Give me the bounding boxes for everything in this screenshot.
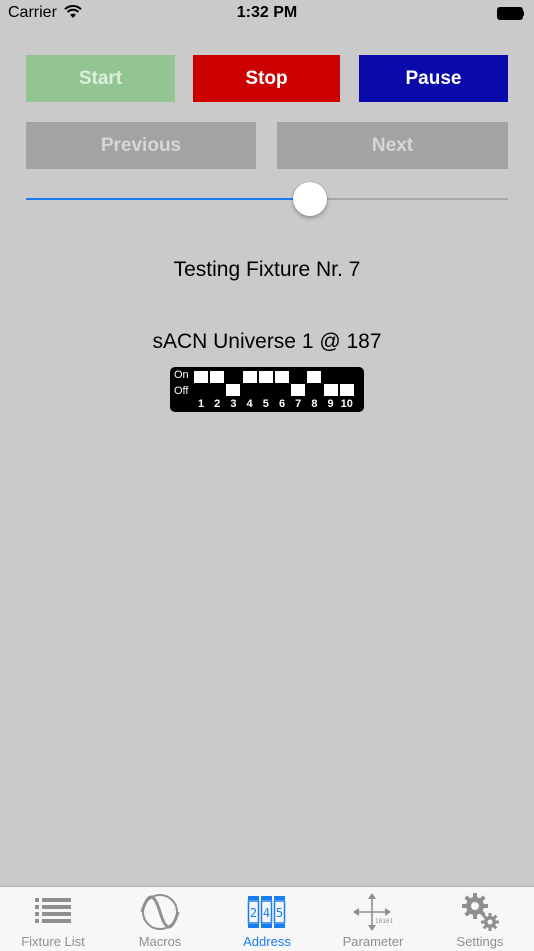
previous-button[interactable]: Previous bbox=[26, 122, 256, 169]
dip-switch-3: 3 bbox=[226, 371, 241, 410]
tab-label: Settings bbox=[456, 934, 504, 949]
dip-switch-knob bbox=[339, 384, 354, 396]
dip-switch-10: 10 bbox=[339, 371, 354, 410]
tab-parameter[interactable]: 10101 Parameter bbox=[320, 887, 426, 951]
slider-thumb[interactable] bbox=[293, 182, 328, 216]
dip-switch-knob bbox=[323, 384, 338, 396]
slider-track-filled bbox=[26, 198, 311, 200]
dip-switch-number: 10 bbox=[340, 398, 353, 410]
testing-fixture-label: Testing Fixture Nr. 7 bbox=[173, 258, 361, 281]
status-bar: Carrier 1:32 PM bbox=[0, 0, 534, 28]
tab-bar: Fixture List Macros 2 4 5 Address 10101 … bbox=[0, 886, 534, 951]
svg-text:10101: 10101 bbox=[375, 918, 393, 925]
dip-on-label: On bbox=[174, 369, 189, 381]
start-button[interactable]: Start bbox=[26, 55, 175, 102]
dip-switch-knob bbox=[210, 371, 225, 383]
svg-text:5: 5 bbox=[276, 906, 283, 920]
stop-button[interactable]: Stop bbox=[193, 55, 340, 102]
dip-switch-7: 7 bbox=[291, 371, 306, 410]
pause-button[interactable]: Pause bbox=[359, 55, 508, 102]
tab-label: Macros bbox=[138, 934, 182, 949]
status-time: 1:32 PM bbox=[236, 4, 298, 21]
gears-icon bbox=[460, 892, 500, 932]
svg-text:4: 4 bbox=[263, 906, 270, 920]
next-button[interactable]: Next bbox=[277, 122, 508, 169]
dip-switch-knob bbox=[275, 371, 289, 383]
dip-switch-knob bbox=[226, 384, 241, 396]
dip-switch-knob bbox=[194, 371, 208, 383]
dip-switch-9: 9 bbox=[323, 371, 338, 410]
tab-label: Address bbox=[243, 934, 291, 949]
tab-macros[interactable]: Macros bbox=[107, 887, 213, 951]
tab-label: Parameter bbox=[342, 934, 404, 949]
tab-label: Fixture List bbox=[21, 934, 85, 949]
fixture-slider[interactable] bbox=[26, 182, 508, 216]
dip-switch: On Off 1 2 3 4 5 6 7 8 9 10 bbox=[170, 367, 364, 412]
slider-track-empty bbox=[310, 198, 508, 200]
list-icon bbox=[33, 892, 73, 932]
dip-switch-knob bbox=[242, 371, 257, 383]
dip-switch-knob bbox=[291, 384, 306, 396]
address-counter-icon: 2 4 5 bbox=[247, 892, 287, 932]
battery-icon bbox=[497, 7, 524, 20]
dip-switch-knob bbox=[307, 371, 322, 383]
dip-switch-knob bbox=[258, 371, 273, 383]
tab-address[interactable]: 2 4 5 Address bbox=[214, 887, 320, 951]
sine-wave-icon bbox=[140, 892, 180, 932]
dip-off-label: Off bbox=[174, 385, 189, 397]
dip-switch-6: 6 bbox=[275, 371, 289, 410]
dip-switch-5: 5 bbox=[258, 371, 273, 410]
dip-switch-1: 1 bbox=[194, 371, 208, 410]
svg-text:2: 2 bbox=[250, 906, 257, 920]
tab-settings[interactable]: Settings bbox=[427, 887, 533, 951]
universe-address-label: sACN Universe 1 @ 187 bbox=[152, 330, 382, 353]
tab-fixture-list[interactable]: Fixture List bbox=[0, 887, 106, 951]
parameter-arrows-icon: 10101 bbox=[353, 892, 393, 932]
dip-switch-2: 2 bbox=[210, 371, 225, 410]
dip-switch-8: 8 bbox=[307, 371, 322, 410]
dip-switch-4: 4 bbox=[242, 371, 257, 410]
